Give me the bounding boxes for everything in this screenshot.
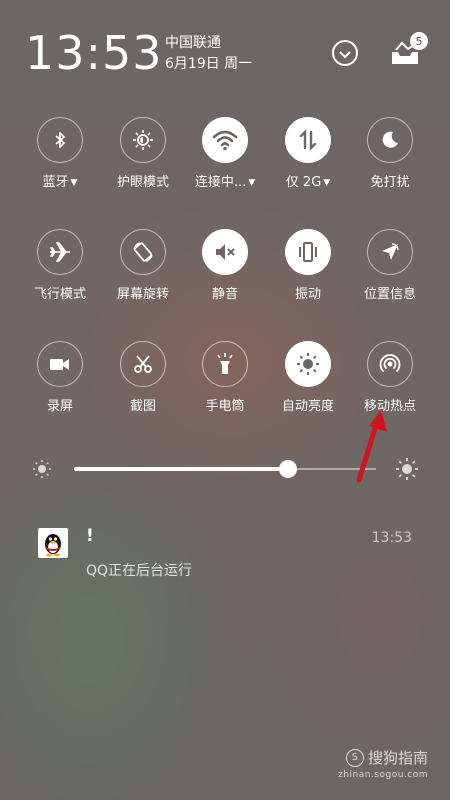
tile-rotate[interactable]: 屏幕旋转 [103,229,183,303]
flashlight-toggle[interactable] [202,341,248,387]
clock: 13:53 [25,26,163,80]
tile-label-text: 位置信息 [363,287,416,302]
mobile-data-toggle[interactable] [285,117,331,163]
tile-label: 位置信息 [364,287,416,303]
hotspot-icon [378,352,402,376]
expand-button[interactable] [332,40,358,66]
location-icon [379,241,401,263]
tile-label: 自动亮度 [282,399,334,415]
tile-label-text: 护眼模式 [116,175,169,190]
bluetooth-toggle[interactable] [37,117,83,163]
screen-record-toggle[interactable] [37,341,83,387]
tile-vibrate[interactable]: 振动 [268,229,348,303]
tile-label-text: 免打扰 [370,175,410,190]
tile-label-text: 手电筒 [205,399,245,414]
notification-count-badge: 5 [410,32,428,50]
tile-scissors[interactable]: 截图 [103,341,183,415]
rotate-toggle[interactable] [120,229,166,275]
tile-screen-record[interactable]: 录屏 [20,341,100,415]
tile-label: 护眼模式 [117,175,169,191]
wifi-toggle[interactable] [202,117,248,163]
screen-record-icon [48,354,72,374]
moon-icon [380,130,400,150]
tile-label-text: 振动 [294,287,321,302]
slider-thumb[interactable] [279,460,298,478]
tile-bluetooth[interactable]: 蓝牙 ▼ [20,117,100,191]
watermark: S 搜狗指南 zhinan.sogou.com [338,747,428,780]
tile-label: 录屏 [47,399,73,415]
tile-airplane[interactable]: 飞行模式 [20,229,100,303]
carrier-name: 中国联通 [165,35,221,51]
tile-label: 免打扰 [370,175,409,191]
tile-label: 手电筒 [205,399,244,415]
watermark-brand: 搜狗指南 [367,749,428,767]
tile-wifi[interactable]: 连接中... ▼ [185,117,265,191]
chevron-down-icon [339,44,351,63]
mobile-data-icon [297,129,319,151]
tile-location[interactable]: 位置信息 [350,229,430,303]
qq-penguin-icon [38,528,68,558]
slider-fill [74,467,289,471]
brightness-low-icon [32,459,52,483]
tile-label: 连接中... ▼ [195,175,255,191]
scissors-icon [132,353,154,375]
red-arrow-annotation [356,410,387,483]
tile-label-text: 连接中... [194,175,247,190]
tile-mute[interactable]: 静音 [185,229,265,303]
tile-moon[interactable]: 免打扰 [350,117,430,191]
caret-down-icon[interactable]: ▼ [71,178,78,188]
tile-label-text: 仅 2G [285,175,322,190]
moon-toggle[interactable] [367,117,413,163]
airplane-toggle[interactable] [37,229,83,275]
hotspot-toggle[interactable] [367,341,413,387]
tile-label: 截图 [130,399,156,415]
tile-label: 蓝牙 ▼ [43,175,78,191]
inbox-tray-icon [390,41,420,70]
sogou-logo-icon: S [345,748,364,767]
eye-care-toggle[interactable] [120,117,166,163]
tile-auto-brightness[interactable]: 自动亮度 [268,341,348,415]
tile-label: 静音 [212,287,238,303]
tile-hotspot[interactable]: 移动热点 [350,341,430,415]
watermark-url: zhinan.sogou.com [338,770,428,780]
tile-flashlight[interactable]: 手电筒 [185,341,265,415]
auto-brightness-toggle[interactable] [285,341,331,387]
vibrate-icon [296,240,320,264]
qq-notification[interactable]: ! 13:53 QQ正在后台运行 [0,520,450,590]
scissors-toggle[interactable] [120,341,166,387]
caret-down-icon[interactable]: ▼ [323,178,330,188]
notification-title: ! [86,526,94,546]
notification-body: QQ正在后台运行 [86,563,193,579]
tile-label: 飞行模式 [34,287,86,303]
location-toggle[interactable] [367,229,413,275]
airplane-icon [48,240,72,264]
tile-label: 仅 2G ▼ [286,175,330,191]
date-label: 6月19日 周一 [165,56,253,72]
wifi-icon [212,129,238,151]
notification-time: 13:53 [371,530,412,546]
rotate-icon [131,240,155,264]
tile-label-text: 飞行模式 [33,287,86,302]
mute-icon [213,240,237,264]
auto-brightness-icon [296,352,320,376]
tile-label: 振动 [295,287,321,303]
tile-label-text: 蓝牙 [42,175,69,190]
tile-label-text: 屏幕旋转 [116,287,169,302]
eye-care-icon [132,129,154,151]
tile-label-text: 静音 [211,287,238,302]
tile-label: 屏幕旋转 [117,287,169,303]
tile-eye-care[interactable]: 护眼模式 [103,117,183,191]
vibrate-toggle[interactable] [285,229,331,275]
tile-label-text: 截图 [129,399,156,414]
bluetooth-icon [51,131,69,149]
caret-down-icon[interactable]: ▼ [248,178,255,188]
tile-label-text: 自动亮度 [281,399,334,414]
status-bar: 13:53 中国联通 6月19日 周一 5 [0,0,450,100]
tile-label-text: 录屏 [46,399,73,414]
notification-tray-button[interactable]: 5 [390,32,428,66]
mute-toggle[interactable] [202,229,248,275]
tile-mobile-data[interactable]: 仅 2G ▼ [268,117,348,191]
flashlight-icon [214,352,236,376]
